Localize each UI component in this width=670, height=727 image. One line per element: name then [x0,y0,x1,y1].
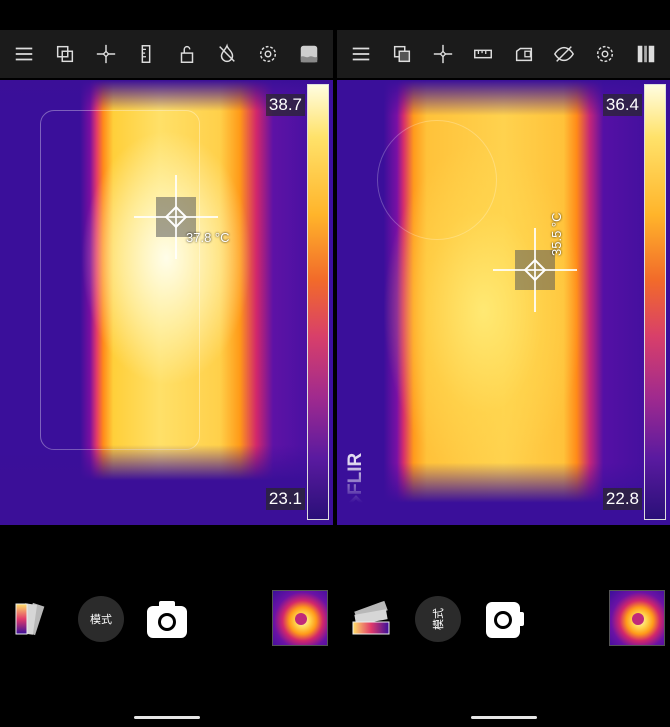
right-screen: 35.5 °C FLIR 36.4 22.8 模式 [337,0,670,727]
gallery-thumbnail[interactable] [272,590,328,646]
palette-icon[interactable] [12,596,56,640]
spot-crosshair[interactable] [134,175,218,259]
thermal-box-icon[interactable] [292,37,326,71]
overlay-icon[interactable] [48,37,82,71]
scale-min-value: 23.1 [265,488,305,510]
ruler-icon[interactable] [466,37,500,71]
thermal-image[interactable]: 37.8 °C FLIR [0,80,333,525]
temperature-scale-bar [644,84,666,520]
home-indicator[interactable] [134,716,200,719]
colorbar-icon[interactable] [629,37,663,71]
overlay-icon[interactable] [385,37,419,71]
settings-icon[interactable] [588,37,622,71]
menu-icon[interactable] [344,37,378,71]
phone-outline [40,110,200,450]
ruler-icon[interactable] [129,37,163,71]
spot-icon[interactable] [89,37,123,71]
scale-max-value: 38.7 [265,94,305,116]
camera-outline-icon[interactable] [507,37,541,71]
eye-off-icon[interactable] [547,37,581,71]
home-indicator[interactable] [471,716,537,719]
mode-button[interactable]: 模式 [415,596,461,642]
spot-crosshair[interactable] [493,228,577,312]
camera-icon[interactable] [145,598,189,640]
gallery-thumbnail[interactable] [609,590,665,646]
camera-ring-outline [377,120,497,240]
flame-off-icon[interactable] [210,37,244,71]
thermal-image[interactable]: 35.5 °C FLIR [337,80,670,525]
palette-icon[interactable] [349,596,393,640]
temperature-scale-bar [307,84,329,520]
lock-icon[interactable] [170,37,204,71]
menu-icon[interactable] [7,37,41,71]
camera-icon[interactable] [482,598,526,640]
mode-button[interactable]: 模式 [78,596,124,642]
scale-min-value: 22.8 [602,488,642,510]
top-toolbar [337,30,670,78]
bottom-controls: 模式 [0,590,333,650]
settings-icon[interactable] [251,37,285,71]
bottom-controls: 模式 [337,590,670,650]
flir-logo: FLIR [345,453,367,515]
left-screen: 37.8 °C FLIR 38.7 23.1 模式 [0,0,333,727]
top-toolbar [0,30,333,78]
spot-icon[interactable] [426,37,460,71]
spot-temperature: 37.8 °C [186,230,230,245]
spot-temperature: 35.5 °C [549,212,564,256]
flir-logo: FLIR [9,492,71,514]
scale-max-value: 36.4 [602,94,642,116]
